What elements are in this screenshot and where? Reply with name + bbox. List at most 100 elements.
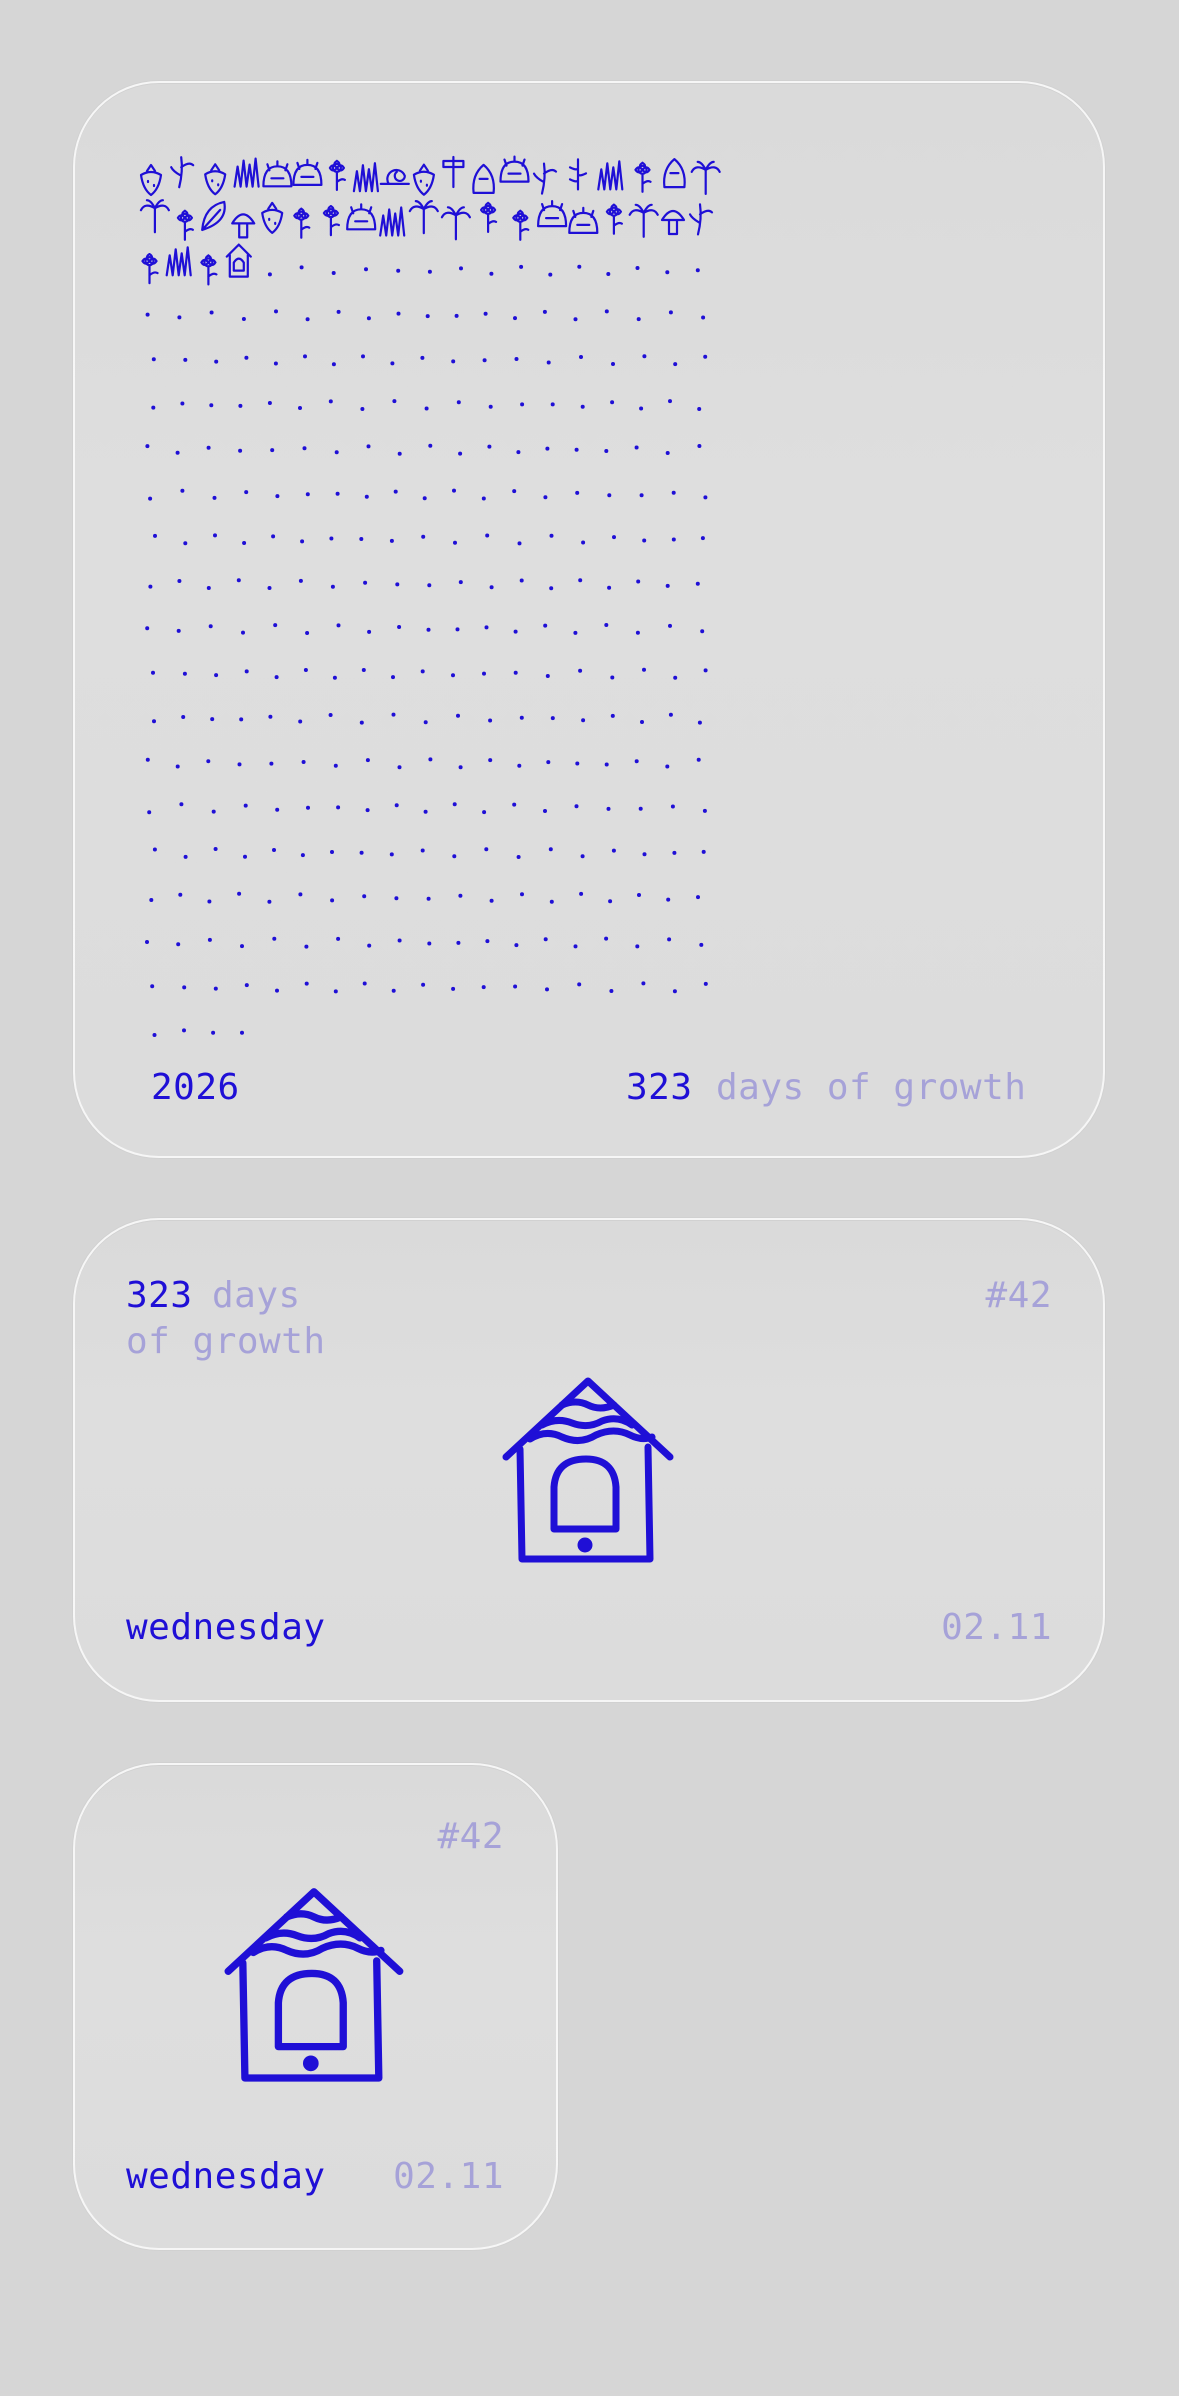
remaining-day-dot [275, 494, 280, 499]
remaining-day-dot [304, 944, 309, 949]
remaining-day-dot [423, 809, 428, 814]
remaining-day-dot [456, 713, 460, 718]
remaining-day-dot [454, 313, 459, 318]
remaining-day-dot [488, 758, 493, 763]
remaining-day-dot [612, 535, 616, 540]
remaining-day-dot [179, 802, 184, 807]
remaining-day-dot [208, 624, 213, 629]
remaining-day-dot [481, 496, 486, 501]
remaining-day-dot [330, 850, 334, 854]
remaining-day-dot [364, 494, 369, 499]
remaining-day-dot [298, 406, 302, 410]
remaining-day-dot [359, 720, 364, 725]
remaining-day-dot [420, 355, 425, 360]
remaining-day-dot [298, 892, 303, 897]
remaining-day-dot [641, 981, 646, 986]
thistle-icon [201, 200, 226, 231]
remaining-day-dot [489, 898, 494, 903]
remaining-day-dot [333, 763, 338, 768]
remaining-day-dot [427, 941, 432, 946]
remaining-day-dot [485, 533, 490, 538]
remaining-day-dot [452, 488, 456, 493]
remaining-day-dot [335, 491, 340, 496]
remaining-day-dot [328, 399, 333, 404]
remaining-day-dot [394, 896, 399, 901]
remaining-day-dot [634, 445, 639, 450]
rose-icon [200, 254, 218, 286]
remaining-day-dot [176, 942, 181, 947]
remaining-day-dot [573, 317, 578, 322]
remaining-day-dot [300, 853, 305, 858]
remaining-day-dot [275, 988, 279, 993]
remaining-day-dot [182, 671, 187, 676]
remaining-day-dot [668, 623, 672, 628]
remaining-day-dot [642, 538, 647, 543]
remaining-day-dot [152, 1033, 157, 1037]
birdhouse-bell-icon [224, 1888, 404, 2082]
remaining-day-dot [244, 355, 249, 360]
remaining-day-dot [396, 268, 401, 273]
remaining-day-dot [489, 271, 494, 276]
daily-growth-widget-small[interactable]: #42 wednesday 02.11 [73, 1763, 558, 2250]
remaining-day-dot [268, 714, 273, 719]
reeds-icon [352, 162, 379, 193]
remaining-day-dot [329, 536, 334, 541]
remaining-day-dot [703, 354, 708, 359]
remaining-day-dot [396, 311, 401, 316]
remaining-day-dot [145, 940, 149, 944]
remaining-day-dot [244, 669, 249, 674]
remaining-day-dot [148, 496, 153, 501]
remaining-day-dot [175, 764, 180, 769]
remaining-day-dot [267, 899, 272, 904]
remaining-day-dot [514, 357, 519, 361]
remaining-day-dot [550, 402, 555, 407]
remaining-day-dot [330, 898, 335, 903]
remaining-day-dot [458, 765, 463, 770]
remaining-day-dot [367, 629, 372, 634]
shrub-icon [537, 200, 568, 228]
remaining-day-dot [520, 402, 525, 407]
remaining-day-dot [482, 358, 487, 363]
remaining-day-dot [336, 805, 341, 810]
remaining-day-dot [180, 488, 185, 493]
remaining-day-dot [573, 630, 578, 635]
remaining-day-dot [488, 718, 493, 723]
mushrooms-icon [660, 209, 686, 236]
remaining-day-dot [575, 761, 580, 766]
strawberry-plant-icon [139, 163, 163, 197]
remaining-day-dot [543, 809, 547, 813]
remaining-day-dot [548, 272, 553, 277]
remaining-day-dot [484, 625, 489, 630]
birdhouse-bell-icon [502, 1377, 674, 1563]
remaining-day-dot [671, 490, 676, 495]
remaining-day-dot [512, 489, 517, 494]
remaining-day-dot [639, 493, 644, 498]
remaining-day-dot [482, 671, 486, 676]
remaining-day-dot [610, 400, 615, 405]
remaining-day-dot [178, 892, 183, 897]
remaining-day-dot [336, 936, 341, 941]
remaining-day-dot [428, 443, 433, 448]
remaining-day-dot [331, 362, 336, 367]
of-growth-label: of growth [126, 1321, 326, 1362]
remaining-day-dot [696, 895, 700, 900]
remaining-day-dot [209, 310, 214, 315]
weekday-label: wednesday [126, 1607, 326, 1648]
remaining-day-dot [183, 854, 188, 859]
remaining-day-dot [642, 852, 647, 857]
remaining-day-dot [668, 399, 672, 404]
remaining-day-dot [580, 854, 585, 859]
seaweed-icon [379, 206, 406, 237]
daily-growth-widget-medium[interactable]: 323 days of growth #42 wednesday 02.11 [73, 1218, 1105, 1702]
remaining-day-dot [455, 627, 460, 632]
remaining-day-dot [331, 271, 336, 275]
remaining-day-dot [668, 310, 673, 315]
remaining-day-dot [210, 717, 215, 722]
year-growth-widget[interactable]: 2026 323 days of growth [73, 81, 1105, 1158]
mushroom-icon [231, 213, 256, 239]
remaining-day-dot [608, 899, 613, 904]
sapling-icon [170, 156, 195, 189]
remaining-day-dot [575, 490, 580, 495]
remaining-day-dot [604, 762, 609, 767]
remaining-day-dot [635, 266, 640, 270]
